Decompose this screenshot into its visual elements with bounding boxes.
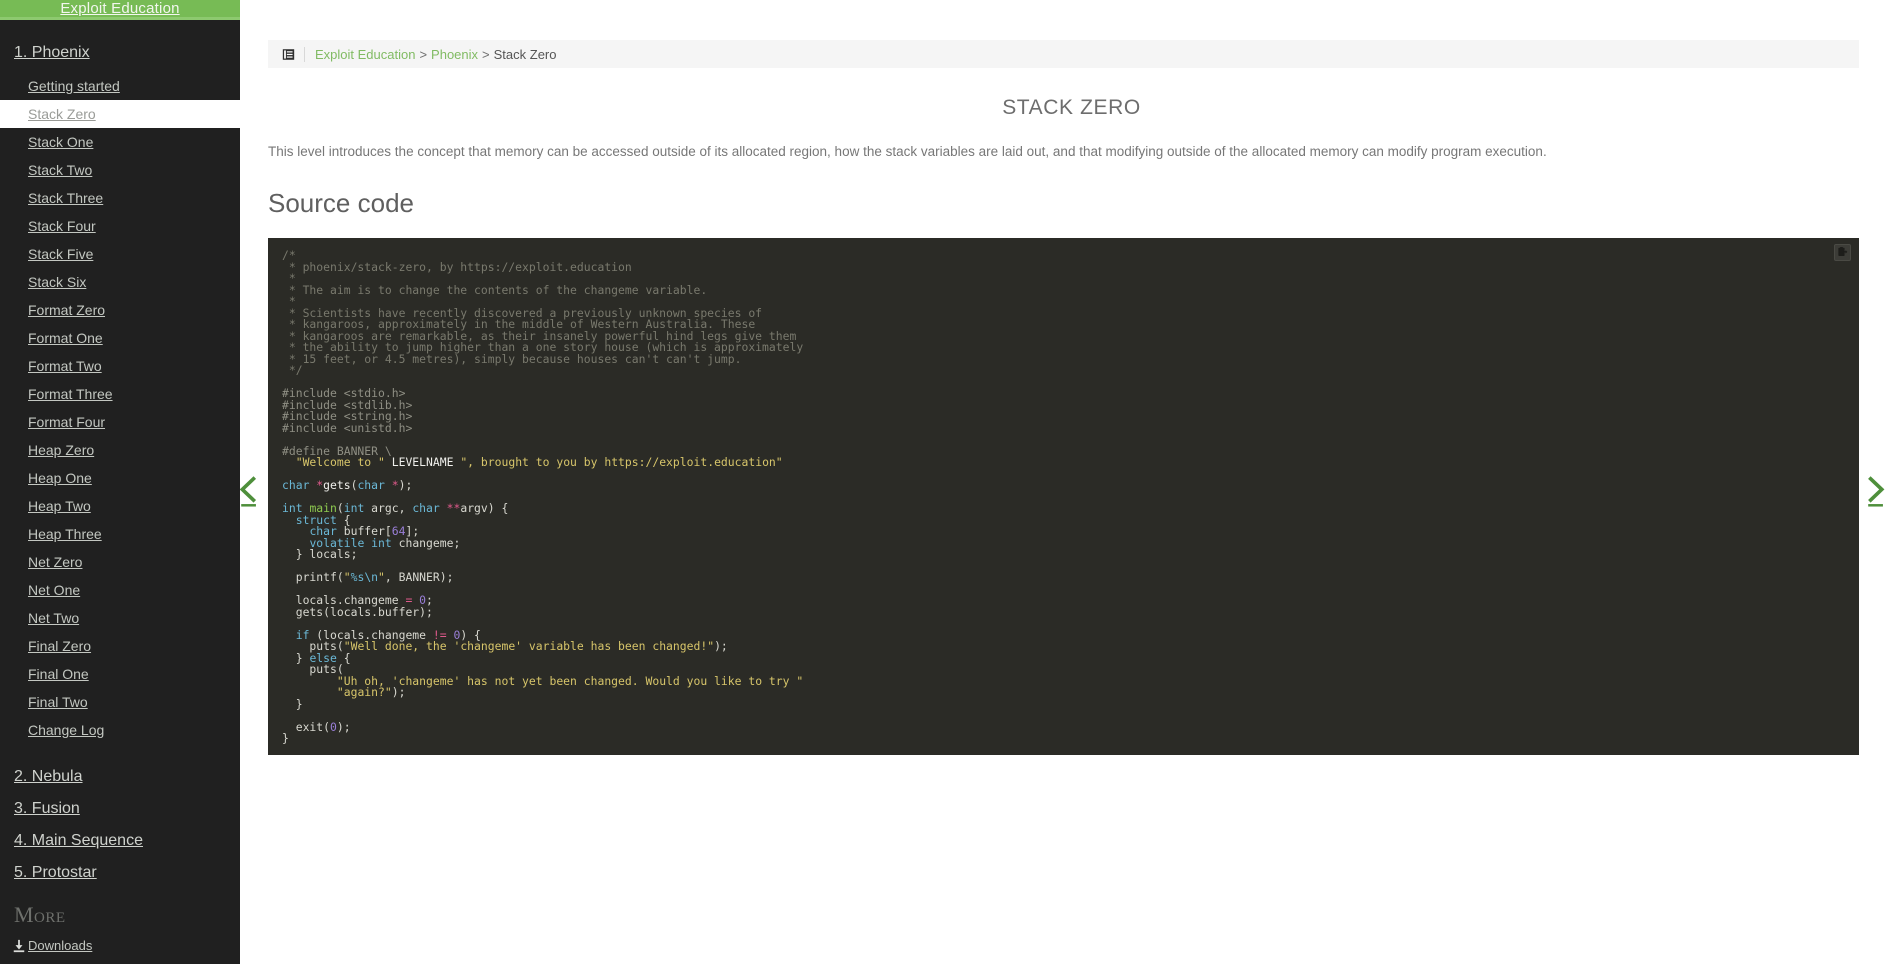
sidebar-item-heap-two[interactable]: Heap Two	[0, 492, 240, 520]
sidebar-item-stack-six[interactable]: Stack Six	[0, 268, 240, 296]
sidebar-nav: 1. Phoenix Getting started Stack Zero St…	[0, 20, 240, 964]
breadcrumb-separator: >	[482, 46, 490, 62]
download-icon	[12, 939, 26, 953]
sidebar-item-label: Stack Zero	[28, 106, 96, 122]
sidebar-item-net-zero[interactable]: Net Zero	[0, 548, 240, 576]
sidebar-item-label: Getting started	[28, 78, 120, 94]
breadcrumb-link-phoenix[interactable]: Phoenix	[431, 47, 478, 62]
sidebar-section-phoenix[interactable]: 1. Phoenix	[0, 40, 240, 66]
sidebar-item-getting-started[interactable]: Getting started	[0, 72, 240, 100]
sidebar-item-heap-one[interactable]: Heap One	[0, 464, 240, 492]
sidebar-more-donate[interactable]: Donate	[0, 957, 240, 964]
page-title: STACK ZERO	[1002, 96, 1141, 119]
sidebar-item-label: Heap Three	[28, 526, 102, 542]
sidebar-item-format-two[interactable]: Format Two	[0, 352, 240, 380]
breadcrumb-current: Stack Zero	[493, 46, 557, 62]
sidebar-item-stack-five[interactable]: Stack Five	[0, 240, 240, 268]
sidebar-item-label: Stack Six	[28, 274, 87, 290]
sidebar-item-label: Stack Five	[28, 246, 94, 262]
breadcrumb-link-root[interactable]: Exploit Education	[315, 47, 415, 62]
sidebar-item-label: Format Two	[28, 358, 102, 374]
sidebar-item-label: Format Four	[28, 414, 106, 430]
copy-to-clipboard-icon[interactable]	[1834, 244, 1851, 262]
sidebar-more-downloads[interactable]: Downloads	[0, 934, 240, 957]
sidebar-item-label: Final Zero	[28, 638, 92, 654]
breadcrumb: Exploit Education > Phoenix > Stack Zero	[268, 40, 1859, 68]
sidebar-item-label: Heap One	[28, 470, 92, 486]
sidebar-item-label: Stack One	[28, 134, 94, 150]
sidebar-item-format-zero[interactable]: Format Zero	[0, 296, 240, 324]
breadcrumb-separator: >	[419, 46, 428, 62]
sidebar-item-label: Heap Zero	[28, 442, 95, 458]
brand-link[interactable]: Exploit Education	[60, 0, 179, 17]
sidebar-item-format-three[interactable]: Format Three	[0, 380, 240, 408]
sidebar-section-fusion[interactable]: 3. Fusion	[0, 796, 240, 822]
sidebar-item-label: Change Log	[28, 722, 105, 738]
sidebar-item-stack-four[interactable]: Stack Four	[0, 212, 240, 240]
sidebar-item-label: Net Zero	[28, 554, 83, 570]
breadcrumb-divider	[304, 46, 305, 62]
sidebar-item-final-one[interactable]: Final One	[0, 660, 240, 688]
previous-level-arrow[interactable]	[240, 470, 268, 510]
sidebar-item-final-two[interactable]: Final Two	[0, 688, 240, 716]
source-code-block: /* * phoenix/stack-zero, by https://expl…	[268, 238, 1859, 755]
sidebar-item-label: Format Three	[28, 386, 113, 402]
sidebar-item-label: Stack Three	[28, 190, 104, 206]
chevron-left-icon	[240, 476, 257, 507]
sidebar-item-format-four[interactable]: Format Four	[0, 408, 240, 436]
sidebar-item-stack-one[interactable]: Stack One	[0, 128, 240, 156]
code-content[interactable]: /* * phoenix/stack-zero, by https://expl…	[268, 250, 1859, 745]
sidebar-item-label: Format Zero	[28, 302, 106, 318]
next-level-arrow[interactable]	[1855, 470, 1895, 510]
sidebar-section-protostar[interactable]: 5. Protostar	[0, 860, 240, 886]
sidebar-item-label: Final One	[28, 666, 89, 682]
main-content: Exploit Education > Phoenix > Stack Zero…	[240, 0, 1903, 964]
intro-paragraph: This level introduces the concept that m…	[268, 144, 1547, 159]
sidebar-item-net-one[interactable]: Net One	[0, 576, 240, 604]
sidebar-section-nebula[interactable]: 2. Nebula	[0, 764, 240, 790]
sidebar-item-label: Net Two	[28, 610, 80, 626]
sidebar-item-stack-zero[interactable]: Stack Zero	[0, 100, 240, 128]
sidebar: Exploit Education 1. Phoenix Getting sta…	[0, 0, 240, 964]
sidebar-item-heap-zero[interactable]: Heap Zero	[0, 436, 240, 464]
sidebar-item-net-two[interactable]: Net Two	[0, 604, 240, 632]
source-code-heading: Source code	[268, 188, 414, 219]
sidebar-item-stack-two[interactable]: Stack Two	[0, 156, 240, 184]
sidebar-brand: Exploit Education	[0, 0, 240, 20]
sidebar-item-label: Stack Two	[28, 162, 93, 178]
sidebar-more-heading: More	[14, 902, 66, 927]
sidebar-item-format-one[interactable]: Format One	[0, 324, 240, 352]
sidebar-item-stack-three[interactable]: Stack Three	[0, 184, 240, 212]
sidebar-item-label: Net One	[28, 582, 81, 598]
sidebar-item-label: Heap Two	[28, 498, 91, 514]
sidebar-divider	[0, 744, 240, 758]
sidebar-item-change-log[interactable]: Change Log	[0, 716, 240, 744]
sidebar-more-label: Downloads	[28, 938, 93, 953]
sidebar-item-heap-three[interactable]: Heap Three	[0, 520, 240, 548]
sidebar-item-label: Stack Four	[28, 218, 96, 234]
sidebar-item-label: Format One	[28, 330, 103, 346]
sidebar-item-final-zero[interactable]: Final Zero	[0, 632, 240, 660]
page-root: Exploit Education 1. Phoenix Getting sta…	[0, 0, 1903, 964]
chevron-right-icon	[1868, 476, 1885, 507]
sidebar-section-main-sequence[interactable]: 4. Main Sequence	[0, 828, 240, 854]
book-icon	[282, 48, 295, 61]
sidebar-item-label: Final Two	[28, 694, 88, 710]
